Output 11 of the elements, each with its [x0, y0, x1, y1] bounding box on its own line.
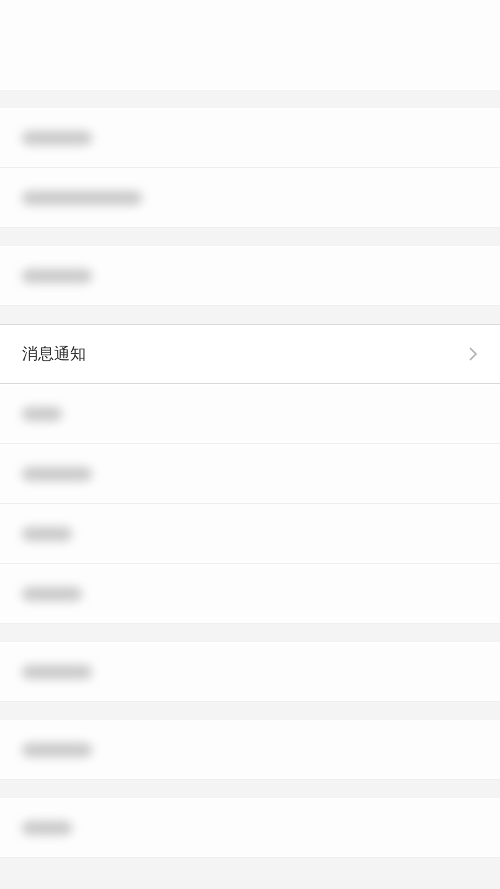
- blurred-row: [22, 586, 82, 600]
- blurred-row: [22, 526, 72, 540]
- blurred-row: [22, 268, 92, 282]
- chevron-right-icon: [468, 346, 478, 362]
- blurred-row: [22, 466, 92, 480]
- blurred-row: [22, 664, 92, 678]
- blurred-row: [22, 406, 62, 420]
- blurred-row: [22, 130, 92, 144]
- blurred-row: [22, 742, 92, 756]
- settings-row[interactable]: 消息通知: [0, 324, 500, 384]
- blurred-row: [22, 820, 72, 834]
